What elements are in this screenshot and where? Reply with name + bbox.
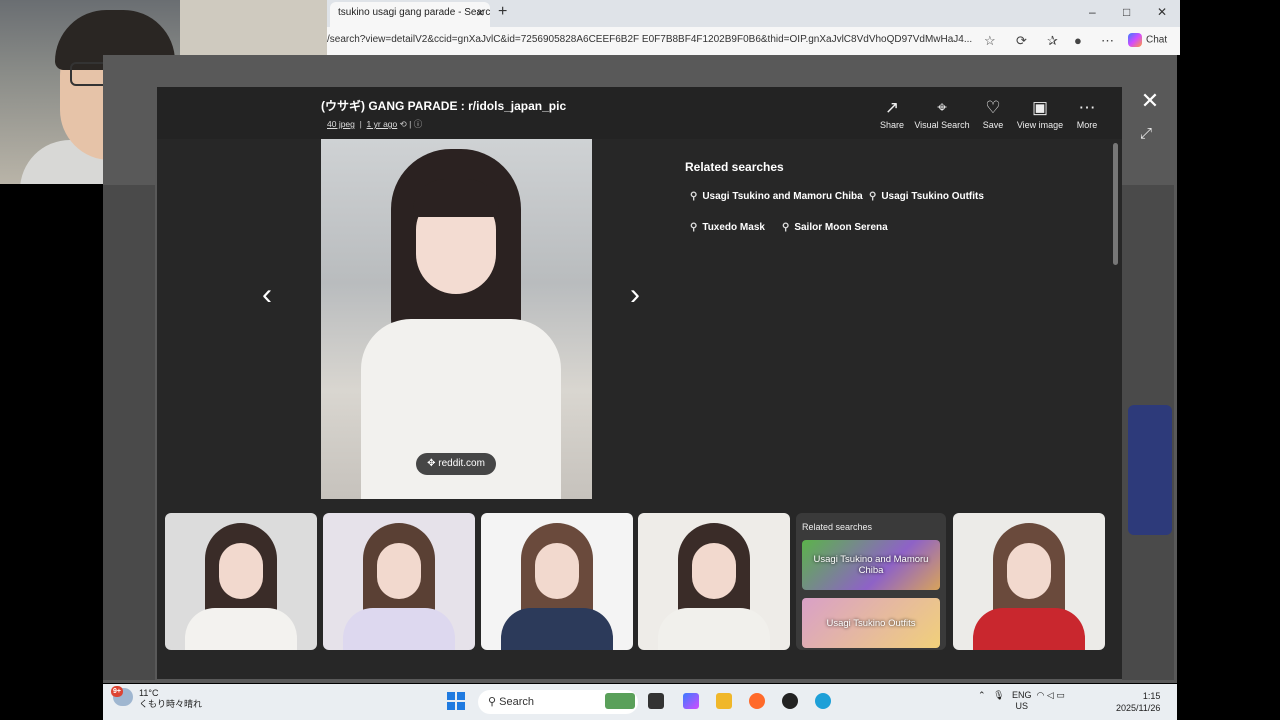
related-chip[interactable]: ⚲ Sailor Moon Serena (782, 217, 888, 239)
more-button[interactable]: ⋯ More (1057, 98, 1117, 130)
background-results-left (103, 185, 155, 680)
copilot-icon (1128, 33, 1142, 47)
copilot-app-icon[interactable] (683, 693, 699, 709)
thumbnail[interactable] (481, 513, 633, 650)
extensions-icon[interactable]: ⟳ (1016, 33, 1027, 49)
related-card-item[interactable]: Usagi Tsukino Outfits (802, 598, 940, 648)
source-label: reddit.com (438, 458, 485, 469)
chevron-up-icon[interactable]: ⌃ (978, 690, 986, 700)
start-button[interactable] (447, 692, 465, 710)
lang-bottom: US (1015, 701, 1029, 711)
related-chip-label: Usagi Tsukino Outfits (881, 191, 984, 202)
firefox-icon[interactable] (749, 693, 765, 709)
search-icon: ⚲ (869, 191, 877, 202)
thumbnail[interactable] (165, 513, 317, 650)
image-title[interactable]: (ウサギ) GANG PARADE : r/idols_japan_pic (321, 97, 566, 114)
close-window-button[interactable]: ✕ (1157, 5, 1167, 19)
info-icon[interactable]: ⓘ (414, 119, 423, 129)
history-icon: ⟲ (399, 119, 407, 129)
browser-tab[interactable]: tsukino usagi gang parade - Search × (330, 2, 490, 27)
main-image[interactable] (321, 139, 592, 499)
tab-title: tsukino usagi gang parade - Search (338, 7, 490, 18)
volume-icon[interactable]: ◁ (1047, 690, 1054, 700)
chat-button[interactable]: Chat (1128, 33, 1167, 47)
scrollbar[interactable] (1113, 143, 1118, 265)
close-viewer-icon[interactable]: ✕ (1138, 88, 1162, 114)
more-label: More (1076, 120, 1098, 130)
language-indicator[interactable]: ENG US (1012, 690, 1032, 712)
favorites-icon[interactable]: ✰ (1047, 33, 1058, 49)
menu-icon[interactable]: ⋯ (1101, 33, 1114, 49)
system-tray[interactable]: ⌃ 🎙 ENG US ◠ ◁ ▭ (978, 690, 1065, 712)
lang-top: ENG (1012, 690, 1032, 700)
microphone-icon[interactable]: 🎙 (993, 690, 1004, 700)
clock-date: 2025/11/26 (1116, 703, 1161, 713)
search-icon: ⚲ (488, 696, 500, 708)
wifi-icon[interactable]: ◠ (1037, 690, 1045, 700)
save-label: Save (982, 120, 1004, 130)
battery-icon[interactable]: ▭ (1056, 690, 1065, 700)
favorite-star-icon[interactable]: ☆ (984, 33, 996, 49)
related-card-item[interactable]: Usagi Tsukino and Mamoru Chiba (802, 540, 940, 590)
chrome-icon[interactable] (782, 693, 798, 709)
related-chip-label: Sailor Moon Serena (794, 222, 888, 233)
image-age[interactable]: 1 yr ago (367, 119, 398, 129)
search-icon: ⚲ (690, 222, 698, 233)
more-icon: ⋯ (1078, 98, 1096, 117)
weather-widget[interactable]: 9+ 11°C くもり時々晴れ (111, 686, 203, 710)
address-bar[interactable]: /search?view=detailV2&ccid=gnXaJvlC&id=7… (327, 34, 972, 45)
profile-avatar[interactable]: ● (1074, 33, 1082, 48)
tab-close-icon[interactable]: × (476, 2, 484, 24)
taskbar-search-label: Search (499, 696, 534, 708)
previous-arrow-icon[interactable]: ‹ (262, 278, 272, 312)
related-card-title: Related searches (802, 522, 873, 532)
next-arrow-icon[interactable]: › (630, 278, 640, 312)
thumbnail[interactable] (953, 513, 1105, 650)
weather-desc: くもり時々晴れ (139, 699, 203, 709)
image-file-info[interactable]: 40 jpeg (327, 119, 355, 129)
related-chip-label: Tuxedo Mask (702, 222, 765, 233)
search-icon: ⚲ (690, 191, 698, 202)
maximize-button[interactable]: □ (1123, 5, 1130, 19)
related-chip[interactable]: ⚲ Tuxedo Mask (690, 217, 765, 239)
related-card-label: Usagi Tsukino Outfits (826, 617, 916, 629)
share-label: Share (879, 120, 905, 130)
search-icon: ⚲ (782, 222, 790, 233)
image-meta: 40 jpeg | 1 yr ago ⟲ | ⓘ (327, 119, 423, 129)
edge-icon[interactable] (815, 693, 831, 709)
related-chip[interactable]: ⚲ Usagi Tsukino and Mamoru Chiba (690, 186, 863, 208)
weather-temp: 11°C (139, 688, 159, 698)
weather-badge: 9+ (111, 686, 123, 697)
expand-icon[interactable]: ⤢ (1140, 125, 1152, 142)
related-card-label: Usagi Tsukino and Mamoru Chiba (813, 554, 929, 576)
clock-time: 1:15 (1142, 691, 1161, 701)
background-results-right (1122, 185, 1174, 680)
related-chip[interactable]: ⚲ Usagi Tsukino Outfits (869, 186, 984, 208)
new-tab-button[interactable]: + (498, 3, 507, 21)
related-chip-label: Usagi Tsukino and Mamoru Chiba (702, 191, 863, 202)
related-searches-title: Related searches (685, 160, 784, 174)
globe-icon: ✥ (427, 458, 439, 469)
thumbnail[interactable] (638, 513, 790, 650)
thumbnail[interactable] (323, 513, 475, 650)
terminal-icon[interactable] (648, 693, 664, 709)
file-explorer-icon[interactable] (716, 693, 732, 709)
game-app-icon[interactable] (605, 693, 635, 709)
visual-search-label: Visual Search (914, 120, 970, 130)
minimize-button[interactable]: – (1089, 5, 1096, 19)
clock[interactable]: 1:15 2025/11/26 (1116, 690, 1160, 714)
source-badge[interactable]: ✥ reddit.com (416, 453, 496, 475)
weather-icon: 9+ (111, 686, 133, 706)
chat-label: Chat (1146, 34, 1168, 46)
